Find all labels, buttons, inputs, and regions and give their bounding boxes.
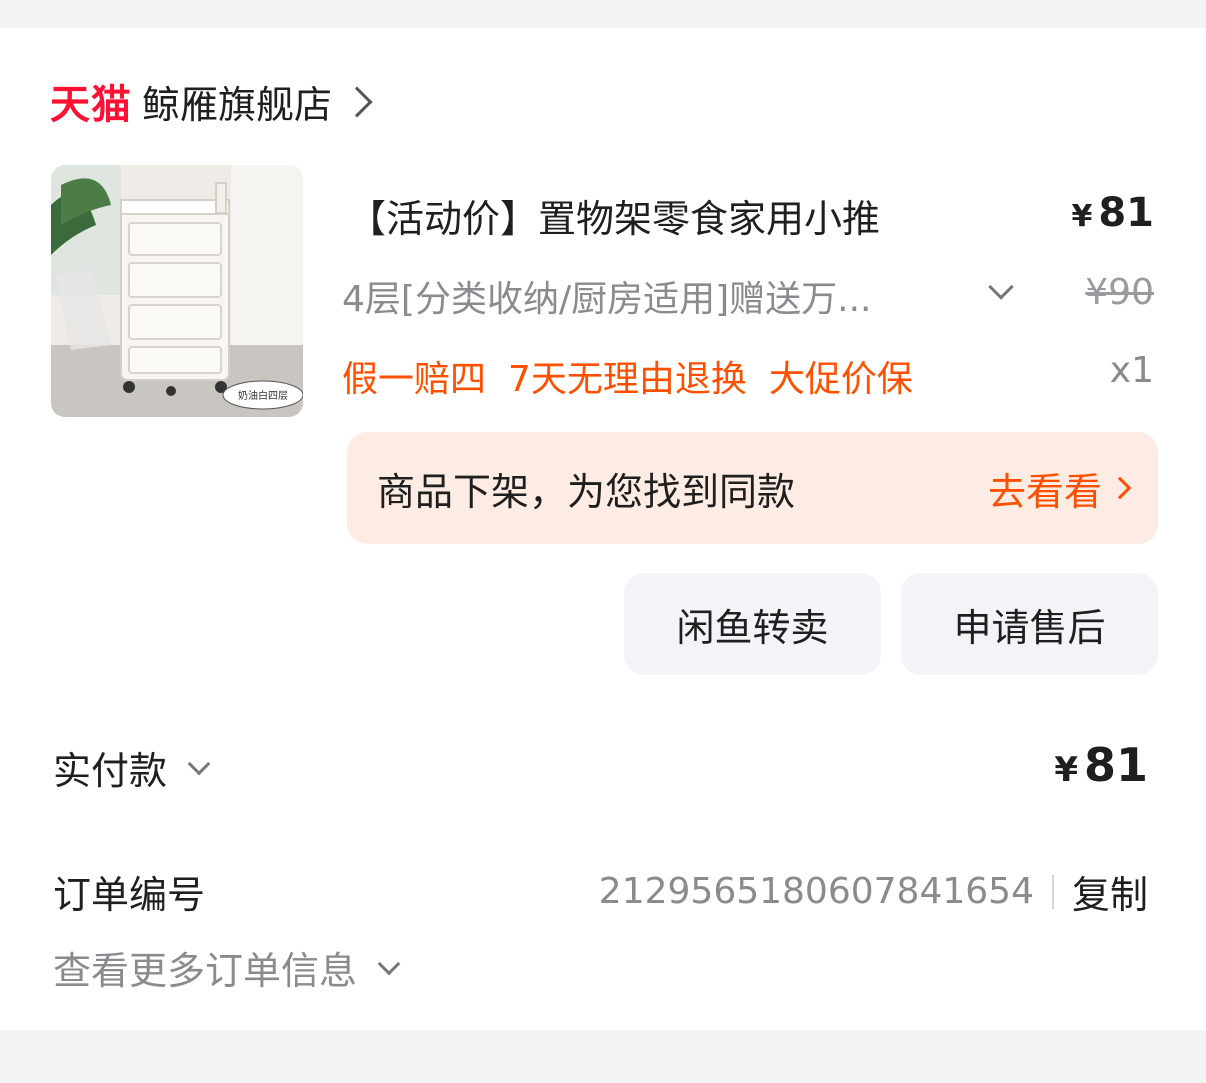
copy-button[interactable]: 复制 bbox=[1072, 864, 1148, 919]
product-image-illustration: 奶油白四层 bbox=[51, 165, 303, 417]
go-see-label: 去看看 bbox=[987, 469, 1102, 514]
chevron-right-icon bbox=[341, 86, 373, 118]
service-tag: 大促价保 bbox=[768, 359, 913, 400]
order-number: 2129565180607841654 bbox=[598, 871, 1034, 912]
chevron-right-icon bbox=[1108, 476, 1132, 500]
divider bbox=[1051, 874, 1054, 909]
order-number-row: 2129565180607841654 复制 bbox=[599, 864, 1148, 919]
product-image-caption: 奶油白四层 bbox=[238, 389, 288, 402]
paid-amount-toggle[interactable]: 实付款 bbox=[53, 740, 211, 795]
paid-currency: ¥ bbox=[1054, 750, 1078, 790]
paid-amount: ¥81 bbox=[1054, 738, 1148, 792]
tmall-logo: 天猫 bbox=[50, 82, 132, 128]
paid-value: 81 bbox=[1083, 738, 1148, 792]
chevron-down-icon bbox=[377, 952, 401, 975]
product-sku[interactable]: 4层[分类收纳/厨房适用]赠送万... bbox=[342, 270, 871, 322]
order-number-label: 订单编号 bbox=[53, 873, 206, 917]
notice-text: 商品下架，为您找到同款 bbox=[377, 469, 796, 514]
service-tags: 假一赔四 7天无理由退换 大促价保 bbox=[342, 350, 913, 402]
more-info-label: 查看更多订单信息 bbox=[53, 949, 358, 993]
store-name[interactable]: 鲸雁旗舰店 bbox=[142, 74, 332, 129]
product-image[interactable]: 奶油白四层 bbox=[51, 165, 303, 417]
paid-label: 实付款 bbox=[53, 749, 168, 793]
product-title[interactable]: 【活动价】置物架零食家用小推 bbox=[348, 188, 880, 243]
price-value: 81 bbox=[1098, 190, 1154, 236]
delisted-notice[interactable]: 商品下架，为您找到同款 去看看 bbox=[347, 432, 1158, 544]
go-see-link[interactable]: 去看看 bbox=[987, 461, 1132, 516]
product-quantity: x1 bbox=[1109, 350, 1154, 391]
resell-button[interactable]: 闲鱼转卖 bbox=[624, 573, 881, 675]
store-header[interactable]: 天猫 鲸雁旗舰店 bbox=[50, 74, 373, 129]
product-price: ¥81 bbox=[1071, 190, 1154, 236]
price-currency: ¥ bbox=[1071, 199, 1093, 234]
after-sale-button[interactable]: 申请售后 bbox=[901, 573, 1158, 675]
service-tag: 7天无理由退换 bbox=[508, 359, 747, 400]
service-tag: 假一赔四 bbox=[342, 359, 487, 400]
more-order-info-toggle[interactable]: 查看更多订单信息 bbox=[53, 940, 401, 995]
chevron-down-icon bbox=[187, 752, 211, 775]
original-price: ¥90 bbox=[1085, 272, 1154, 313]
